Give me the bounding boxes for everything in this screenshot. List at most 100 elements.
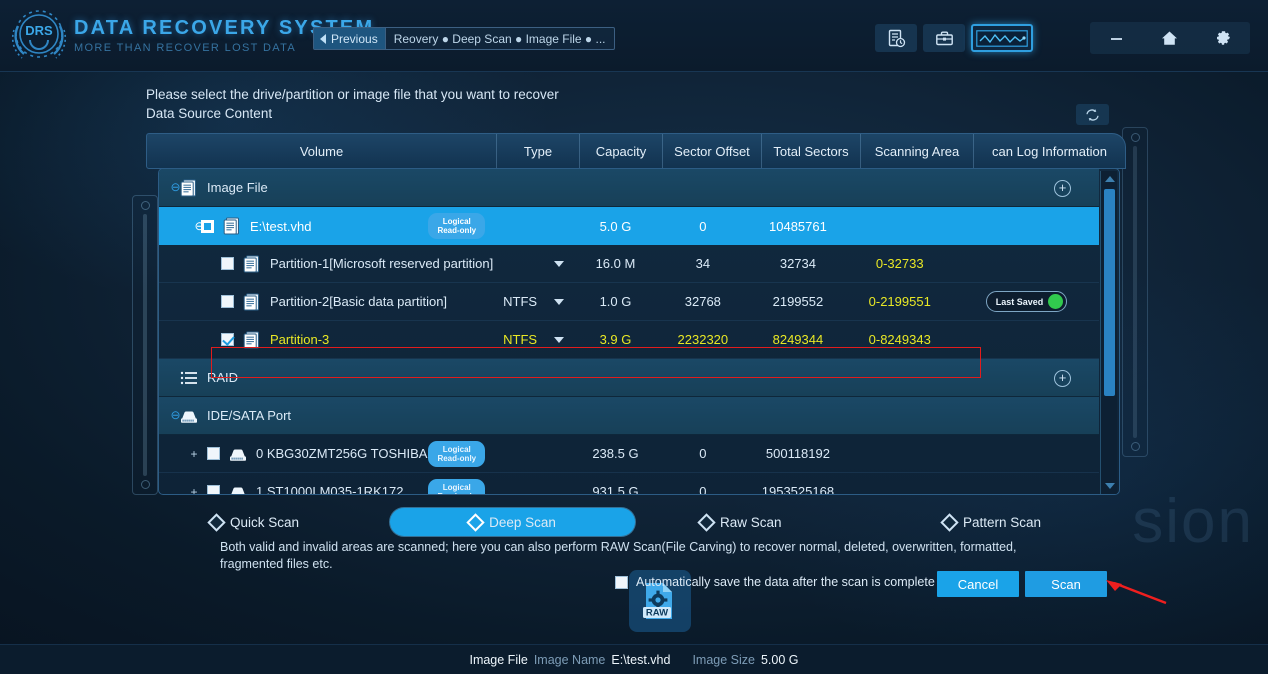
row-label: Partition-1[Microsoft reserved partition… <box>270 256 493 271</box>
cell-type <box>495 207 576 245</box>
table-row[interactable]: +0 KBG30ZMT256G TOSHIBALogical Read-only… <box>159 435 1099 473</box>
refresh-icon[interactable] <box>1076 104 1109 125</box>
row-checkbox[interactable] <box>221 333 234 346</box>
chevron-down-icon[interactable] <box>554 261 564 267</box>
expand-plus-icon[interactable]: + <box>189 485 199 496</box>
column-header-total-sectors[interactable]: Total Sectors <box>762 134 861 168</box>
previous-label: Previous <box>331 32 378 46</box>
cell-sector-offset: 2232320 <box>655 321 750 358</box>
table-row[interactable]: Partition-1[Microsoft reserved partition… <box>159 245 1099 283</box>
last-saved-badge[interactable]: Last Saved <box>986 291 1068 312</box>
type-value: NTFS <box>503 332 537 347</box>
scan-mode-pattern-scan[interactable]: Pattern Scan <box>943 508 1083 536</box>
column-header-capacity[interactable]: Capacity <box>580 134 663 168</box>
cell-sector-offset <box>655 359 750 396</box>
minimize-button[interactable] <box>1092 23 1142 53</box>
settings-button[interactable] <box>1198 23 1248 53</box>
table-row[interactable]: RAID+ <box>159 359 1099 397</box>
scan-mode-raw-scan[interactable]: Raw Scan <box>700 508 820 536</box>
cell-scanning-area <box>845 169 954 206</box>
plus-circle-icon[interactable]: + <box>1054 180 1071 197</box>
row-label: IDE/SATA Port <box>207 408 291 423</box>
cell-type <box>495 435 576 472</box>
table-row[interactable]: Partition-2[Basic data partition] NTFS 1.0… <box>159 283 1099 321</box>
type-value: NTFS <box>503 294 537 309</box>
cell-scan-log <box>954 321 1099 358</box>
raw-icon-label: RAW <box>646 608 668 619</box>
previous-button[interactable]: Previous <box>314 28 386 49</box>
cell-volume: +1 ST1000LM035-1RK172Logical Read-only <box>159 473 495 495</box>
chevron-down-icon[interactable] <box>554 299 564 305</box>
table-body: ⊖ Image File + ⊖E:\test.vhdLogical Read-onl… <box>158 168 1120 495</box>
row-checkbox[interactable] <box>207 447 220 460</box>
scan-mode-quick-scan[interactable]: Quick Scan <box>210 508 330 536</box>
column-header-sector-offset[interactable]: Sector Offset <box>663 134 762 168</box>
plus-circle-icon[interactable]: + <box>1054 370 1071 387</box>
column-header-can-log-information[interactable]: can Log Information <box>974 134 1125 168</box>
row-label: 1 ST1000LM035-1RK172 <box>256 484 403 495</box>
home-button[interactable] <box>1145 23 1195 53</box>
saved-status-dot <box>1048 294 1063 309</box>
row-checkbox[interactable] <box>201 220 214 233</box>
scan-log-icon[interactable] <box>875 24 917 52</box>
table-row[interactable]: ⊖E:\test.vhdLogical Read-only5.0 G010485… <box>159 207 1099 245</box>
arrow-up-icon[interactable] <box>1101 171 1118 187</box>
cell-type <box>495 473 576 495</box>
cell-scanning-area <box>845 435 954 472</box>
status-image-size-label: Image Size <box>692 653 755 667</box>
radio-diamond-icon[interactable] <box>940 513 958 531</box>
cell-scan-log <box>954 245 1099 282</box>
logical-read-only-badge: Logical Read-only <box>428 213 485 239</box>
cell-sector-offset <box>655 169 750 206</box>
collapse-icon[interactable]: ⊖ <box>169 409 182 422</box>
arrow-down-icon[interactable] <box>1101 478 1118 494</box>
row-label: Partition-2[Basic data partition] <box>270 294 447 309</box>
cell-sector-offset: 32768 <box>655 283 750 320</box>
scan-mode-deep-scan[interactable]: Deep Scan <box>390 508 635 536</box>
cell-type: NTFS <box>495 283 576 320</box>
partition-icon <box>242 292 262 312</box>
table-row[interactable]: +1 ST1000LM035-1RK172Logical Read-only93… <box>159 473 1099 495</box>
data-source-content-label: Data Source Content <box>146 106 272 121</box>
table-row[interactable]: Partition-3NTFS3.9 G223232082493440-8249… <box>159 321 1099 359</box>
scan-mode-label: Quick Scan <box>230 515 299 530</box>
cell-capacity: 16.0 M <box>576 245 656 282</box>
vertical-scrollbar[interactable] <box>1100 171 1117 494</box>
row-label: Image File <box>207 180 268 195</box>
scrollbar-thumb[interactable] <box>1104 189 1115 396</box>
radio-diamond-icon[interactable] <box>466 513 484 531</box>
waveform-monitor-icon[interactable] <box>971 24 1033 52</box>
column-header-volume[interactable]: Volume <box>147 134 497 168</box>
scan-mode-label: Raw Scan <box>720 515 782 530</box>
toolbox-icon[interactable] <box>923 24 965 52</box>
collapse-icon[interactable]: ⊖ <box>169 181 182 194</box>
cell-volume: +0 KBG30ZMT256G TOSHIBALogical Read-only <box>159 435 495 472</box>
row-checkbox[interactable] <box>207 485 220 495</box>
scan-button[interactable]: Scan <box>1025 571 1107 597</box>
status-image-name-value: E:\test.vhd <box>611 653 670 667</box>
cell-total-sectors <box>750 359 845 396</box>
table-rows: ⊖ Image File + ⊖E:\test.vhdLogical Read-onl… <box>159 169 1099 495</box>
cell-capacity: 5.0 G <box>576 207 656 245</box>
cell-capacity: 1.0 G <box>576 283 656 320</box>
autosave-checkbox-row[interactable]: Automatically save the data after the sc… <box>615 575 935 589</box>
autosave-checkbox[interactable] <box>615 576 628 589</box>
table-row[interactable]: ⊖ Image File + <box>159 169 1099 207</box>
breadcrumb-trail[interactable]: Reovery ● Deep Scan ● Image File ● ... <box>386 28 614 49</box>
cell-volume: ⊖E:\test.vhdLogical Read-only <box>159 207 495 245</box>
cancel-button[interactable]: Cancel <box>937 571 1019 597</box>
disk-icon <box>179 406 199 426</box>
radio-diamond-icon[interactable] <box>207 513 225 531</box>
expand-plus-icon[interactable]: + <box>189 447 199 461</box>
column-header-scanning-area[interactable]: Scanning Area <box>861 134 974 168</box>
cell-total-sectors <box>750 397 845 434</box>
row-label: 0 KBG30ZMT256G TOSHIBA <box>256 446 427 461</box>
scan-mode-description: Both valid and invalid areas are scanned… <box>220 539 1040 573</box>
row-checkbox[interactable] <box>221 257 234 270</box>
column-header-type[interactable]: Type <box>497 134 580 168</box>
radio-diamond-icon[interactable] <box>697 513 715 531</box>
row-checkbox[interactable] <box>221 295 234 308</box>
table-row[interactable]: ⊖ IDE/SATA Port <box>159 397 1099 435</box>
chevron-down-icon[interactable] <box>554 337 564 343</box>
cell-type <box>495 359 576 396</box>
